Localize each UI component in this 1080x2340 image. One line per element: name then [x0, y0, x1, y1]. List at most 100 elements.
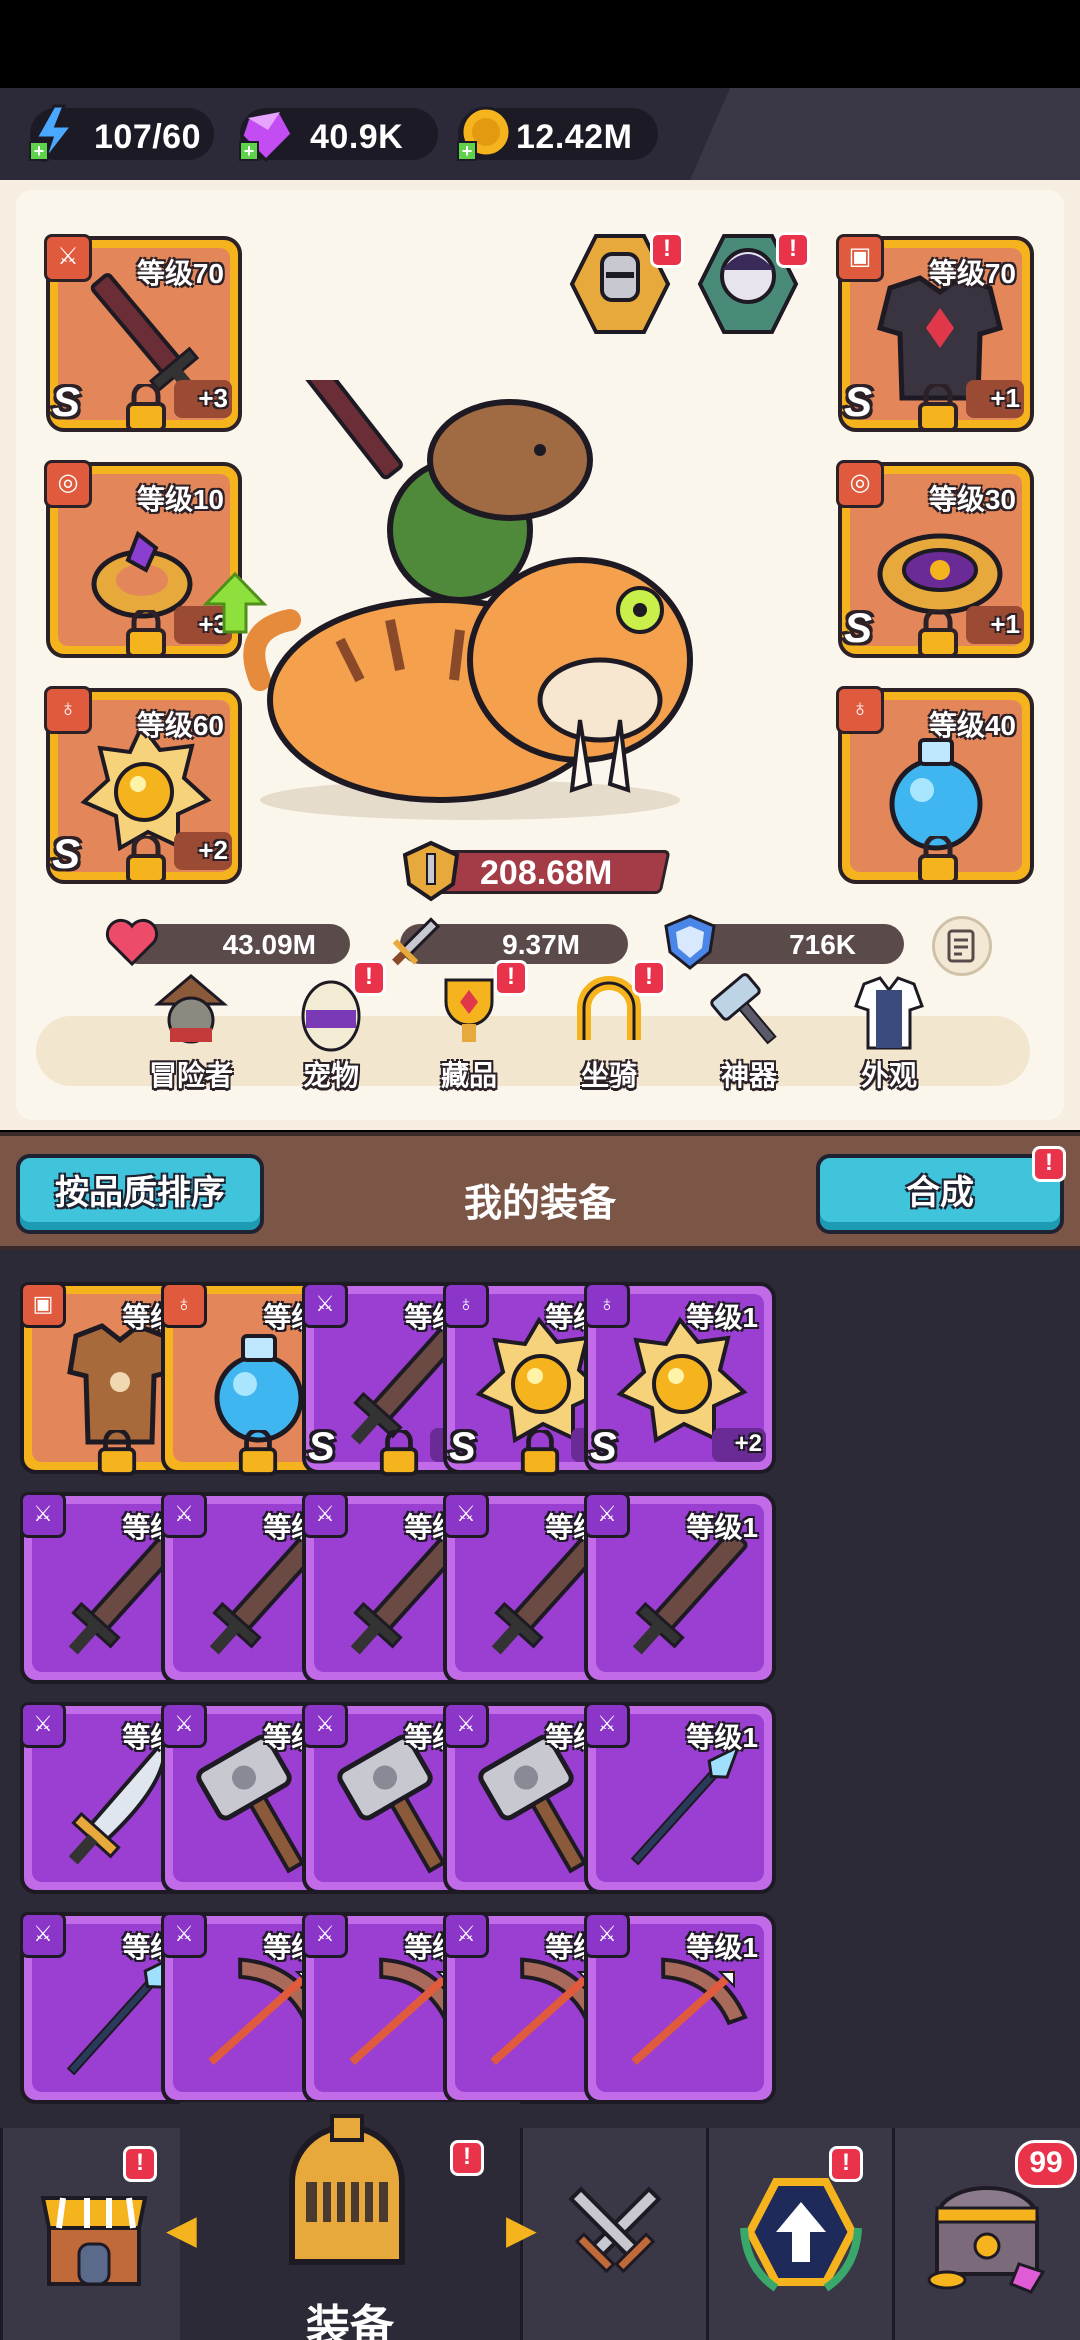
lock-icon — [126, 384, 166, 432]
menu-label: 外观 — [860, 1060, 917, 1091]
item-type-tag-icon: ⚔ — [443, 1702, 489, 1748]
lock-icon — [918, 610, 958, 658]
lock-icon — [918, 384, 958, 432]
slot-level: 等级70 — [928, 258, 1016, 289]
outfit-icon — [854, 976, 924, 1050]
alert-badge: ! — [450, 2140, 484, 2176]
equipment-item[interactable]: ⚔ 等级1 — [584, 1912, 776, 2104]
nav-shop[interactable]: ! — [0, 2128, 184, 2340]
menu-pets[interactable]: 宠物 ! — [276, 960, 386, 1100]
item-level: 等级1 — [686, 1512, 758, 1543]
item-type-tag-icon: ⚔ — [302, 1492, 348, 1538]
slot-grade: S — [844, 378, 873, 425]
amulet-slot[interactable]: ♁ 等级40 — [836, 686, 1034, 884]
slot-level: 等级10 — [136, 484, 224, 515]
alert-badge: ! — [650, 232, 684, 268]
gem-icon: + — [239, 110, 294, 163]
lock-icon — [97, 1430, 137, 1476]
capybara-on-tiger-character — [243, 380, 693, 820]
slot-plus: +2 — [198, 835, 228, 865]
gem-counter[interactable]: + 40.9K — [239, 108, 438, 163]
belt-slot[interactable]: ◎ 等级30 +1 S — [836, 460, 1034, 658]
svg-text:+: + — [34, 141, 45, 161]
alert-badge: ! — [123, 2146, 157, 2182]
power-shield-icon — [402, 840, 460, 902]
menu-label: 宠物 — [302, 1060, 359, 1091]
menu-artifact[interactable]: 神器 — [694, 970, 804, 1100]
resource-bar: + 107/60 + 40.9K + 12.42M — [0, 88, 1080, 180]
slot-level: 等级60 — [136, 710, 224, 741]
heart-icon — [105, 918, 159, 967]
energy-counter[interactable]: + 107/60 — [29, 104, 214, 163]
defense-value: 716K — [789, 929, 856, 960]
nav-prev-arrow[interactable]: ◀ — [166, 2206, 198, 2254]
belt-slot-tag-icon: ◎ — [836, 460, 884, 508]
slot-level: 等级70 — [136, 258, 224, 289]
notes-icon — [947, 929, 975, 963]
merge-button[interactable]: 合成 — [816, 1154, 1064, 1234]
item-type-tag-icon: ⚔ — [161, 1702, 207, 1748]
sword-stat-icon — [392, 917, 441, 966]
alert-badge: ! — [776, 232, 810, 268]
item-type-tag-icon: ⚔ — [584, 1702, 630, 1748]
equipment-grid: ▣等级1♁等级1⚔等级1+2S♁等级1+2S♁等级1+2S⚔等级1⚔等级1⚔等级… — [0, 1250, 1080, 2130]
necklace-slot[interactable]: ♁ 等级60 +2 S — [44, 686, 242, 884]
nav-equipment-label: 装备 — [306, 2302, 394, 2340]
item-grade: S — [308, 1425, 335, 1469]
slot-plus: +1 — [990, 383, 1020, 413]
equipment-item[interactable]: ⚔ 等级1 — [584, 1492, 776, 1684]
menu-adventurer[interactable]: 冒险者 — [136, 970, 246, 1100]
item-type-tag-icon: ⚔ — [584, 1912, 630, 1958]
nav-next-arrow[interactable]: ▶ — [506, 2206, 538, 2254]
alert-badge: ! — [494, 960, 528, 996]
item-type-tag-icon: ⚔ — [20, 1702, 66, 1748]
amulet-slot-tag-icon: ♁ — [836, 686, 884, 734]
item-grade: S — [449, 1425, 476, 1469]
hammer-icon — [710, 973, 777, 1045]
resource-bar-accent — [690, 88, 1080, 180]
equipment-item[interactable]: ♁ 等级1 +2 S — [584, 1282, 776, 1474]
gem-value: 40.9K — [310, 118, 404, 156]
equipment-header: 按品质排序 我的装备 合成 ! — [0, 1132, 1080, 1250]
menu-mount[interactable]: 坐骑 ! — [554, 960, 666, 1100]
coin-counter[interactable]: + 12.42M — [457, 106, 658, 161]
crossed-swords-icon — [567, 2186, 662, 2274]
armor-slot[interactable]: ▣ 等级70 +1 S — [836, 234, 1034, 432]
item-type-tag-icon: ⚔ — [20, 1492, 66, 1538]
item-type-tag-icon: ♁ — [584, 1282, 630, 1328]
nav-upgrade[interactable]: ! — [706, 2128, 892, 2340]
lock-icon — [238, 1430, 278, 1476]
lock-icon — [126, 836, 166, 884]
item-type-tag-icon: ⚔ — [302, 1282, 348, 1328]
item-type-tag-icon: ⚔ — [302, 1702, 348, 1748]
menu-appearance[interactable]: 外观 — [834, 970, 944, 1100]
menu-collection[interactable]: 藏品 ! — [414, 960, 528, 1100]
item-level: 等级1 — [686, 1932, 758, 1963]
chest-count-badge: 99 — [1015, 2140, 1077, 2188]
helmet-icon — [289, 2114, 405, 2265]
bottom-nav: ! ! 装备 ! 99 — [0, 2102, 1080, 2340]
slot-level: 等级40 — [928, 710, 1016, 741]
attack-value: 9.37M — [502, 929, 580, 960]
item-type-tag-icon: ⚔ — [302, 1912, 348, 1958]
item-type-tag-icon: ⚔ — [584, 1492, 630, 1538]
nav-chest[interactable]: 99 — [892, 2128, 1080, 2340]
item-type-tag-icon: ⚔ — [161, 1912, 207, 1958]
weapon-slot[interactable]: ⚔ 等级70 +3 S — [44, 234, 242, 432]
menu-label: 坐骑 — [580, 1060, 637, 1091]
lightning-icon: + — [29, 104, 76, 163]
hero-panel: ⚔ 等级70 +3 S ◎ 等级10 +3 ♁ 等级60 +2 S ▣ 等级70… — [0, 180, 1080, 1130]
slot-grade: S — [844, 604, 873, 651]
equipment-item[interactable]: ⚔ 等级1 — [584, 1702, 776, 1894]
svg-text:+: + — [462, 141, 473, 161]
ring-slot-tag-icon: ◎ — [44, 460, 92, 508]
shield-icon — [664, 914, 716, 970]
defense-stat: 716K — [664, 914, 904, 970]
nav-battle[interactable] — [520, 2128, 706, 2340]
nav-equipment-active[interactable]: ! 装备 — [180, 2102, 520, 2340]
svg-text:+: + — [244, 141, 255, 161]
upgrade-emblem-icon — [739, 2178, 862, 2292]
combat-power: 208.68M — [400, 840, 671, 902]
item-type-tag-icon: ♁ — [443, 1282, 489, 1328]
details-button[interactable] — [932, 916, 992, 976]
